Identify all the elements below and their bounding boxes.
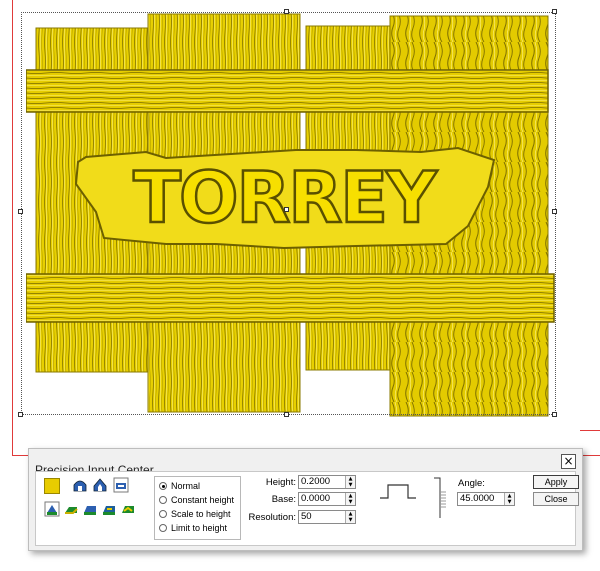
radio-normal[interactable]: Normal [159,480,200,492]
dialog-panel: Normal Constant height Scale to height L… [35,471,579,546]
base-label: Base: [271,494,296,505]
close-button[interactable]: Close [533,492,579,506]
no-merge-icon[interactable] [120,501,136,517]
color-swatch-icon[interactable] [44,478,60,494]
close-icon[interactable]: × [561,454,576,469]
base-field[interactable]: 0.0000 ▲ ▼ [298,492,356,506]
selection-handle-right[interactable] [552,209,557,214]
angle-slider[interactable] [432,476,448,520]
profile-preview-icon [380,484,416,499]
design-canvas[interactable]: TORREY [0,0,600,456]
radio-button[interactable] [159,496,167,504]
height-stepper[interactable]: ▲ ▼ [345,476,355,488]
round-profile-icon[interactable] [72,477,88,493]
angle-value: 45.0000 [460,493,495,504]
height-label: Height: [265,477,296,488]
radio-label: Limit to height [171,523,228,533]
radio-label: Normal [171,481,201,491]
radio-button[interactable] [159,510,167,518]
merge-low-icon[interactable] [63,501,79,517]
flat-profile-icon[interactable] [113,477,129,493]
selection-handle-bottom[interactable] [284,412,289,417]
radio-button[interactable] [159,524,167,532]
selection-handle-bottom-right[interactable] [552,412,557,417]
radio-label: Constant height [171,495,235,505]
page-border-left [12,0,13,455]
resolution-label: Resolution: [248,512,296,523]
selection-box [21,12,556,415]
resolution-stepper[interactable]: ▲ ▼ [345,511,355,523]
height-field[interactable]: 0.2000 ▲ ▼ [298,475,356,489]
selection-handle-top[interactable] [284,9,289,14]
selection-handle-center[interactable] [284,207,289,212]
merge-high-icon[interactable] [44,501,60,517]
radio-label: Scale to height [171,509,231,519]
height-value: 0.2000 [301,476,331,487]
radio-button[interactable] [159,482,167,490]
resolution-value: 50 [301,511,312,522]
angle-field[interactable]: 45.0000 ▲ ▼ [457,492,515,506]
resolution-field[interactable]: 50 ▲ ▼ [298,510,356,524]
selection-handle-top-right[interactable] [552,9,557,14]
height-mode-radio-group: Normal Constant height Scale to height L… [154,476,241,540]
add-icon[interactable] [82,501,98,517]
angle-label: Angle: [458,478,485,489]
page-border-right [580,430,600,431]
apply-button[interactable]: Apply [533,475,579,489]
pointed-profile-icon[interactable] [92,477,108,493]
angle-stepper[interactable]: ▲ ▼ [504,493,514,505]
base-value: 0.0000 [301,493,331,504]
radio-scale-to-height[interactable]: Scale to height [159,508,231,520]
selection-handle-bottom-left[interactable] [18,412,23,417]
radio-constant-height[interactable]: Constant height [159,494,234,506]
radio-limit-to-height[interactable]: Limit to height [159,522,227,534]
precision-input-center-dialog: Precision Input Center × Normal Constant… [28,448,583,551]
subtract-icon[interactable] [101,501,117,517]
selection-handle-left[interactable] [18,209,23,214]
base-stepper[interactable]: ▲ ▼ [345,493,355,505]
